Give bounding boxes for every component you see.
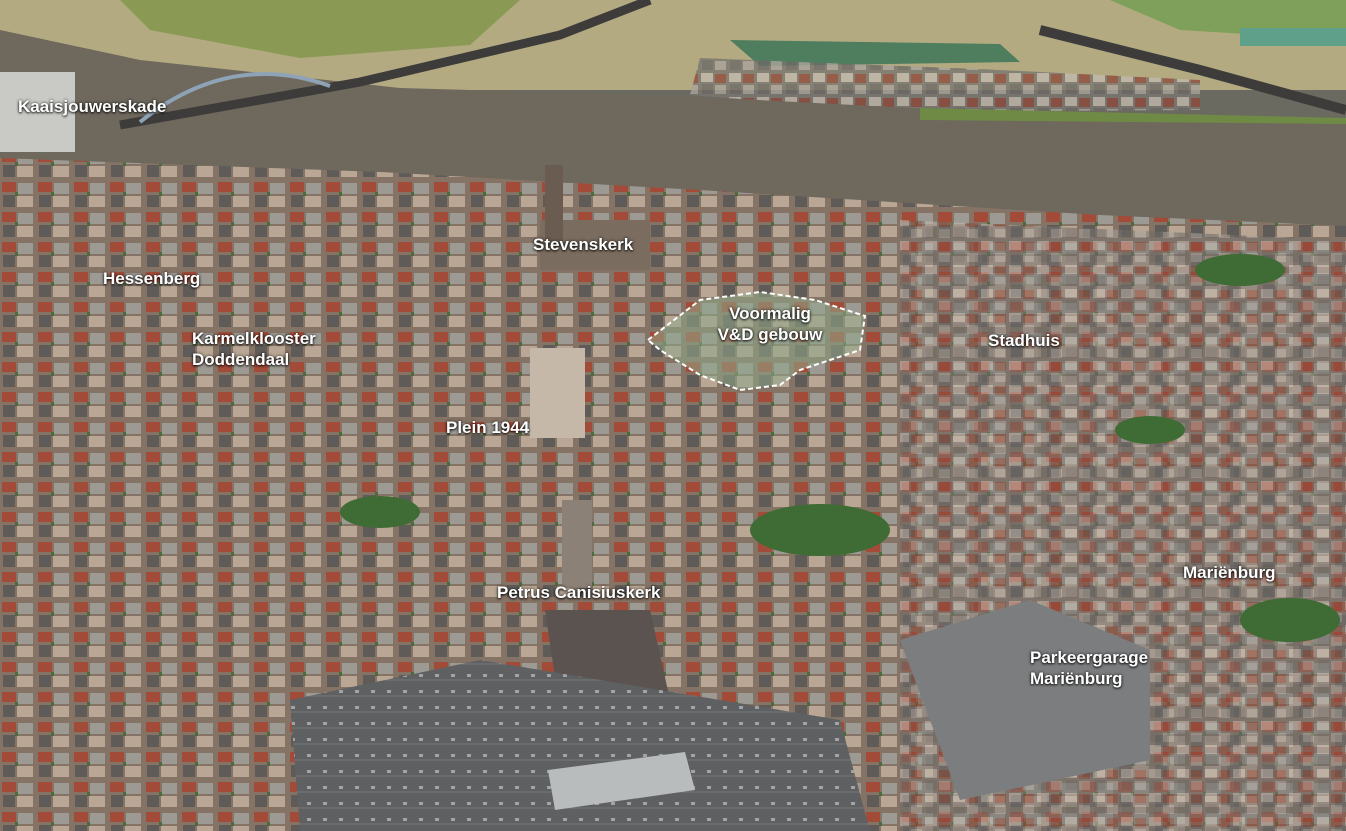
petrus-canisiuskerk-tower: [562, 500, 592, 588]
lake-east: [1240, 28, 1346, 46]
label-karmelklooster: Karmelklooster Doddendaal: [192, 328, 316, 370]
trees: [340, 496, 420, 528]
label-parkeergarage-marienburg: Parkeergarage Mariënburg: [1030, 647, 1148, 689]
trees: [1240, 598, 1340, 642]
label-petrus-canisiuskerk: Petrus Canisiuskerk: [497, 583, 661, 602]
stevenskerk-tower: [545, 165, 563, 245]
label-karmelklooster-line2: Doddendaal: [192, 350, 290, 369]
label-parkeergarage-line2: Mariënburg: [1030, 669, 1123, 688]
trees: [1195, 254, 1285, 286]
label-voormalig-vd: Voormalig V&D gebouw: [695, 303, 845, 345]
plein-1944-tower: [530, 348, 585, 438]
label-parkeergarage-line1: Parkeergarage: [1030, 648, 1149, 667]
label-stadhuis: Stadhuis: [988, 331, 1060, 350]
label-karmelklooster-line1: Karmelklooster: [192, 329, 316, 348]
label-kaaisjouwerskade: Kaaisjouwerskade: [18, 97, 167, 116]
trees: [1115, 416, 1185, 444]
trees: [750, 504, 890, 556]
label-plein-1944: Plein 1944: [446, 418, 530, 437]
label-hessenberg: Hessenberg: [103, 269, 201, 288]
aerial-map: [0, 0, 1346, 831]
label-marienburg: Mariënburg: [1183, 563, 1276, 582]
label-voormalig-line1: Voormalig: [729, 304, 811, 323]
label-voormalig-line2: V&D gebouw: [717, 325, 823, 344]
label-stevenskerk: Stevenskerk: [533, 235, 634, 254]
